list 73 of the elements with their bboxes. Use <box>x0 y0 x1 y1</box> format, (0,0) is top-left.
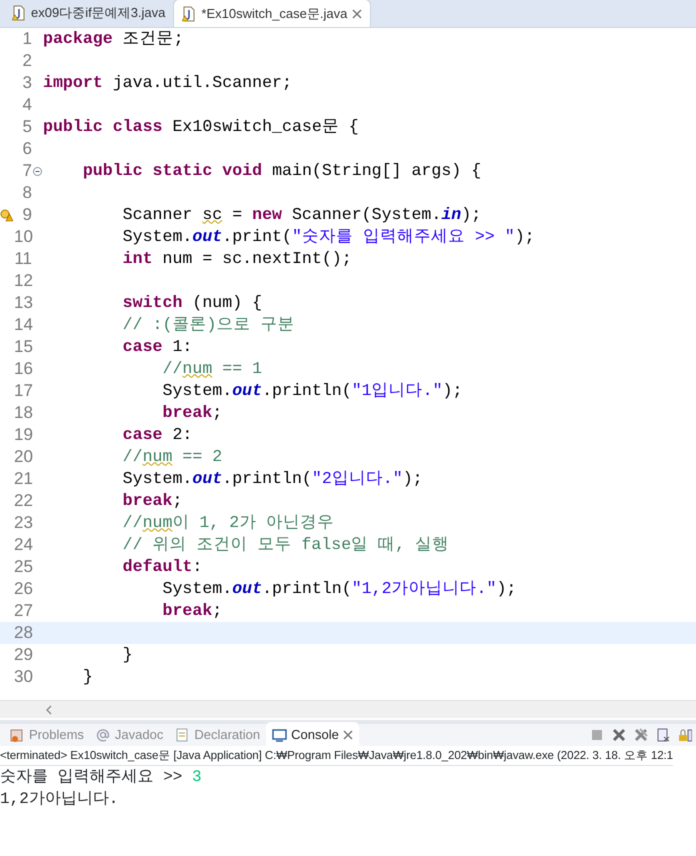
line-number: 10 <box>14 226 32 248</box>
java-file-icon <box>12 5 26 21</box>
line-number: 18 <box>14 402 32 424</box>
line-number: 27 <box>14 600 32 622</box>
view-tab[interactable]: Console <box>266 722 359 748</box>
code-line: // 위의 조건이 모두 false일 때, 실행 <box>122 534 450 556</box>
line-number: 19 <box>14 424 32 446</box>
code-line: int num = sc.nextInt(); <box>122 248 352 270</box>
monitor-icon <box>272 728 288 742</box>
code-line: System.out.println("1입니다."); <box>161 380 462 402</box>
code-line: System.out.println("2입니다."); <box>122 468 423 490</box>
line-number: 17 <box>14 380 32 402</box>
code-line: case 2: <box>122 424 192 446</box>
line-number: 9 <box>22 204 32 226</box>
line-number: 23 <box>14 512 32 534</box>
line-number: 6 <box>22 138 32 160</box>
code-line: package 조건문; <box>42 28 184 50</box>
console-output-line: 1,2가아닙니다. <box>0 789 120 810</box>
line-number: 4 <box>22 94 32 116</box>
line-number: 14 <box>14 314 32 336</box>
code-line: import java.util.Scanner; <box>42 72 292 94</box>
line-number: 16 <box>14 358 32 380</box>
code-line: } <box>82 666 93 688</box>
line-number: 30 <box>14 666 32 688</box>
document-icon <box>175 728 190 742</box>
code-line: switch (num) { <box>122 292 262 314</box>
code-line: //num == 2 <box>122 446 222 468</box>
line-number: 8 <box>22 182 32 204</box>
at-sign-icon <box>96 728 111 742</box>
line-number: 22 <box>14 490 32 512</box>
close-icon[interactable] <box>342 730 353 740</box>
java-file-icon <box>182 6 196 22</box>
line-number: 2 <box>22 50 32 72</box>
code-line: break; <box>122 490 182 512</box>
line-number: 3 <box>22 72 32 94</box>
line-number: 25 <box>14 556 32 578</box>
line-number: 7 <box>22 160 32 182</box>
line-number: 11 <box>14 248 32 270</box>
editor-tab[interactable]: ex09다중if문예제3.java <box>4 0 174 27</box>
code-line: case 1: <box>122 336 192 358</box>
line-number: 21 <box>14 468 32 490</box>
console-header: <terminated> Ex10switch_case문 [Java Application] C:₩Program Files₩Java₩jre1.8.0_202₩bin₩javaw.exe (2022. 3. 18. 오후 12:1 <box>0 746 674 766</box>
collapse-icon[interactable] <box>33 166 42 176</box>
code-line: System.out.print("숫자를 입력해주세요 >> "); <box>122 226 535 248</box>
code-line: default: <box>122 556 202 578</box>
line-number: 28 <box>14 622 32 644</box>
line-number: 5 <box>22 116 32 138</box>
code-line: public static void main(String[] args) { <box>82 160 482 182</box>
code-line: //num이 1, 2가 아닌경우 <box>122 512 334 534</box>
line-number: 13 <box>14 292 32 314</box>
code-line: // :(콜론)으로 구분 <box>122 314 294 336</box>
remove-all-icon[interactable] <box>634 728 648 742</box>
code-line: System.out.println("1,2가아닙니다."); <box>161 578 516 600</box>
code-line: break; <box>161 600 222 622</box>
remove-icon[interactable] <box>612 728 626 742</box>
problems-icon <box>10 728 25 742</box>
line-number: 12 <box>14 270 32 292</box>
close-icon[interactable] <box>352 8 362 18</box>
line-number: 1 <box>22 28 32 50</box>
line-number: 15 <box>14 336 32 358</box>
clear-console-icon[interactable] <box>656 728 670 742</box>
code-line: public class Ex10switch_case문 { <box>42 116 359 138</box>
line-number: 26 <box>14 578 32 600</box>
line-number: 20 <box>14 446 32 468</box>
line-number: 29 <box>14 644 32 666</box>
scroll-lock-icon[interactable] <box>678 728 692 742</box>
code-line: break; <box>161 402 222 424</box>
console-output-line: 숫자를 입력해주세요 >> 3 <box>0 767 203 788</box>
code-line: } <box>122 644 133 666</box>
line-number: 24 <box>14 534 32 556</box>
code-line: Scanner sc = new Scanner(System.in); <box>122 204 482 226</box>
code-line: //num == 1 <box>161 358 262 380</box>
editor-tab[interactable]: *Ex10switch_case문.java <box>173 0 372 27</box>
